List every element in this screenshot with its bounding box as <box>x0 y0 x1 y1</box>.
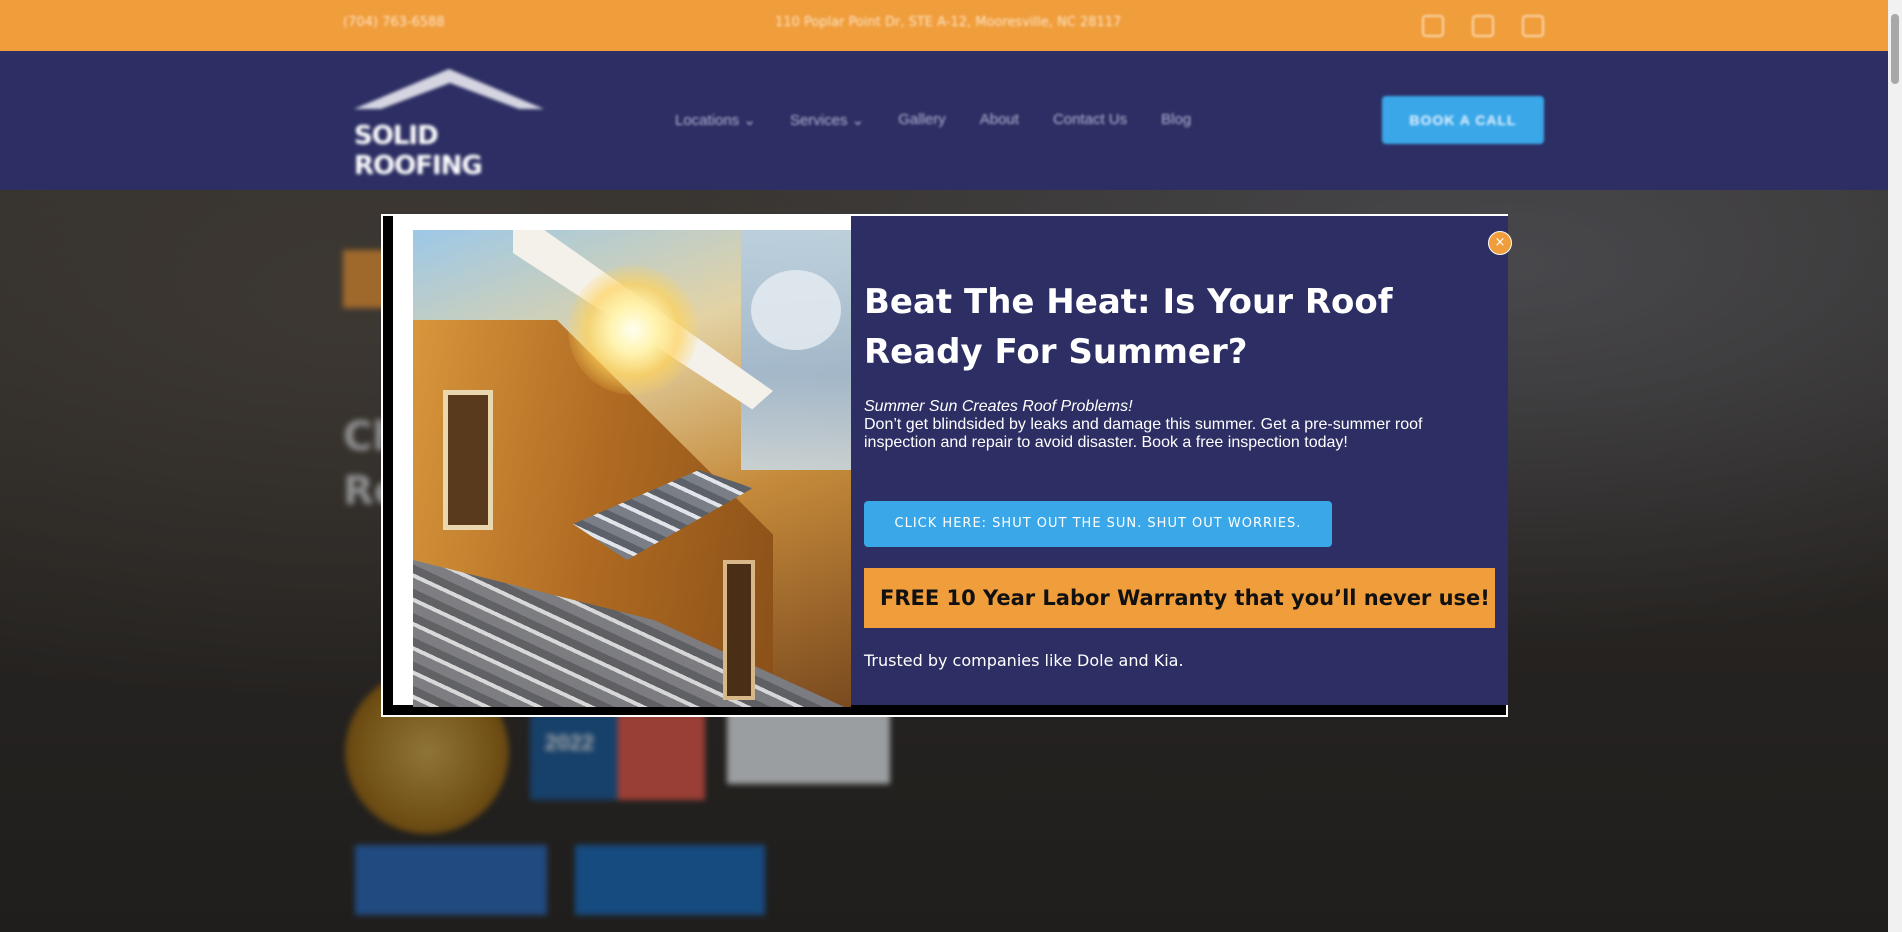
main-navigation: SOLID ROOFING Locations ⌄ Services ⌄ Gal… <box>0 51 1888 190</box>
facebook-icon[interactable] <box>1422 15 1444 37</box>
nav-item-locations[interactable]: Locations ⌄ <box>675 111 756 129</box>
logo[interactable]: SOLID ROOFING <box>350 69 550 181</box>
warranty-banner: FREE 10 Year Labor Warranty that you’ll … <box>864 568 1495 628</box>
popup-body: Don’t get blindsided by leaks and damage… <box>864 416 1423 451</box>
logo-text: SOLID ROOFING <box>354 121 483 181</box>
close-icon[interactable]: × <box>1488 231 1512 255</box>
nav-item-about[interactable]: About <box>980 111 1019 129</box>
cta-button[interactable]: CLICK HERE: SHUT OUT THE SUN. SHUT OUT W… <box>864 501 1332 547</box>
nav-item-blog[interactable]: Blog <box>1161 111 1191 129</box>
nav-links: Locations ⌄ Services ⌄ Gallery About Con… <box>675 111 1191 129</box>
instagram-icon[interactable] <box>1472 15 1494 37</box>
top-contact-bar: (704) 763-6588 110 Poplar Point Dr, STE … <box>0 0 1888 51</box>
popup-title: Beat The Heat: Is Your Roof Ready For Su… <box>864 282 1393 372</box>
address-text: 110 Poplar Point Dr, STE A-12, Mooresvil… <box>775 15 1122 30</box>
popup-frame: × Beat The Heat: Is Your Roof Ready For … <box>393 216 1512 707</box>
scrollbar-thumb[interactable] <box>1891 14 1899 84</box>
nav-item-gallery[interactable]: Gallery <box>898 111 946 129</box>
page-scrollbar[interactable] <box>1888 0 1902 932</box>
phone-link[interactable]: (704) 763-6588 <box>343 15 445 30</box>
trusted-text: Trusted by companies like Dole and Kia. <box>864 651 1184 670</box>
nav-item-contact[interactable]: Contact Us <box>1053 111 1127 129</box>
popup-content: × Beat The Heat: Is Your Roof Ready For … <box>851 216 1512 705</box>
sun-icon <box>568 265 698 395</box>
book-call-button[interactable]: BOOK A CALL <box>1382 96 1544 144</box>
mail-icon[interactable] <box>1522 15 1544 37</box>
popup-subtitle: Summer Sun Creates Roof Problems! <box>864 398 1133 415</box>
house-roof-sun-image <box>413 230 851 707</box>
promo-popup: × Beat The Heat: Is Your Roof Ready For … <box>381 214 1512 717</box>
nav-item-services[interactable]: Services ⌄ <box>790 111 864 129</box>
